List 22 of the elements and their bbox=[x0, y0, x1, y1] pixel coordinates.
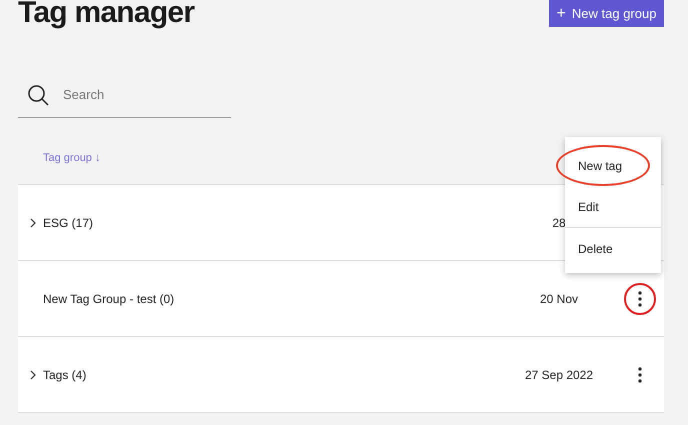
tag-group-name: ESG (17) bbox=[43, 214, 94, 232]
chevron-right-icon[interactable] bbox=[30, 218, 37, 228]
menu-item[interactable]: Edit bbox=[565, 186, 661, 227]
date-text: 27 Sep 2022 bbox=[524, 366, 594, 384]
menu-item[interactable]: Delete bbox=[565, 228, 661, 269]
kebab-menu-icon bbox=[638, 367, 642, 383]
menu-item[interactable]: New tag bbox=[556, 145, 650, 186]
kebab-menu-icon bbox=[638, 291, 642, 307]
table-row[interactable]: New Tag Group - test (0) 20 Nov bbox=[18, 261, 664, 337]
new-tag-group-button[interactable]: + New tag group bbox=[549, 0, 664, 27]
page-title: Tag manager bbox=[18, 0, 194, 28]
column-header[interactable]: Tag group ↓ bbox=[43, 150, 100, 166]
tag-group-name: Tags (4) bbox=[43, 366, 86, 384]
search-field[interactable]: Search bbox=[63, 85, 213, 105]
tag-group-name: New Tag Group - test (0) bbox=[43, 290, 174, 308]
plus-icon: + bbox=[556, 6, 566, 22]
chevron-right-icon[interactable] bbox=[30, 370, 37, 380]
date-text: 20 Nov bbox=[540, 290, 578, 308]
date-text: 28 bbox=[552, 214, 566, 232]
table-row[interactable]: Tags (4) 27 Sep 2022 bbox=[18, 337, 664, 413]
search-icon bbox=[28, 84, 49, 106]
more-options-button[interactable] bbox=[624, 283, 656, 315]
